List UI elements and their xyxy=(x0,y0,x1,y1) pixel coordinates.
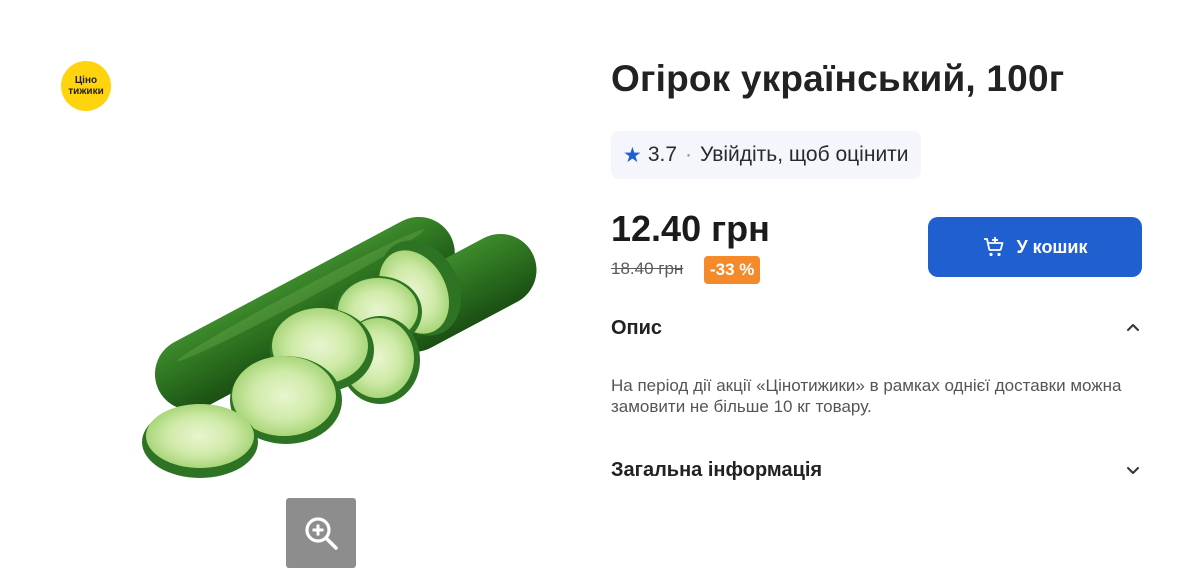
general-info-heading: Загальна інформація xyxy=(611,458,823,481)
description-heading: Опис xyxy=(611,316,663,339)
product-title: Огірок український, 100г xyxy=(611,58,1065,99)
promo-badge: Ціно тижики xyxy=(61,61,111,111)
cart-add-icon xyxy=(984,237,1004,257)
zoom-in-icon xyxy=(305,517,338,550)
general-info-toggle[interactable]: Загальна інформація xyxy=(611,456,1142,484)
rating-separator: · xyxy=(685,143,693,166)
rating-widget[interactable]: ★ 3.7 · Увійдіть, щоб оцінити xyxy=(611,131,921,179)
discount-badge: -33 % xyxy=(704,256,761,284)
star-icon: ★ xyxy=(623,143,642,167)
rating-value: 3.7 xyxy=(647,143,678,166)
zoom-button[interactable] xyxy=(286,498,356,568)
cucumber-image xyxy=(142,216,537,478)
add-to-cart-button[interactable]: У кошик xyxy=(928,217,1142,277)
rating-login-prompt[interactable]: Увійдіть, щоб оцінити xyxy=(700,143,909,167)
promo-badge-line2: тижики xyxy=(68,86,104,97)
current-price: 12.40 грн xyxy=(611,208,770,249)
description-toggle[interactable]: Опис xyxy=(611,314,1142,342)
old-price: 18.40 грн xyxy=(611,259,684,278)
chevron-down-icon xyxy=(1127,467,1139,474)
add-to-cart-label: У кошик xyxy=(1016,236,1088,257)
description-text: На період дії акції «Цінотижики» в рамка… xyxy=(611,376,1122,416)
promo-badge-line1: Ціно xyxy=(74,75,98,86)
chevron-up-icon xyxy=(1127,324,1139,331)
